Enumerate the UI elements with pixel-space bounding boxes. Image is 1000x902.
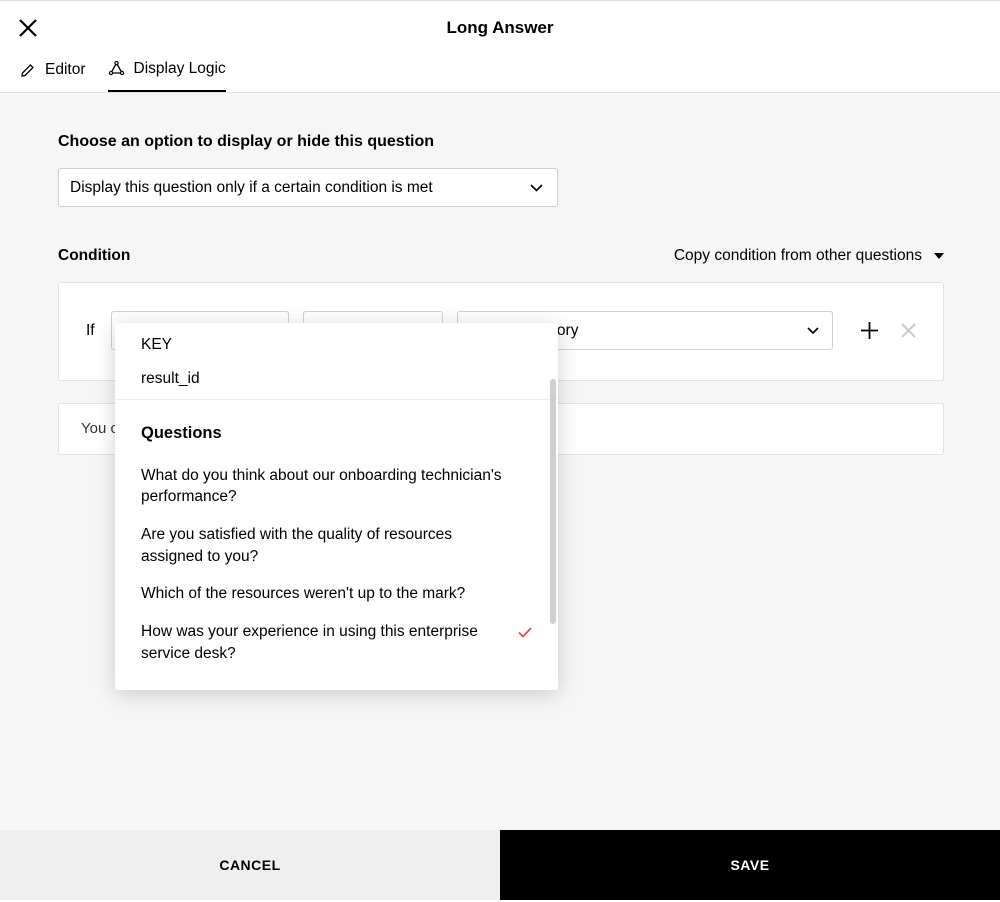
tab-editor-label: Editor	[45, 61, 86, 79]
cancel-button[interactable]: CANCEL	[0, 830, 500, 900]
dropdown-question-item[interactable]: What do you think about our onboarding t…	[115, 457, 558, 516]
chevron-down-icon	[807, 327, 819, 334]
question-dropdown: KEY result_id Questions What do you thin…	[115, 323, 558, 690]
save-button[interactable]: SAVE	[500, 830, 1000, 900]
scrollbar-thumb[interactable]	[550, 379, 556, 624]
condition-heading: Condition	[58, 247, 130, 265]
tab-display-logic-label: Display Logic	[134, 60, 226, 78]
remove-icon	[901, 323, 916, 338]
tab-display-logic[interactable]: Display Logic	[108, 55, 226, 92]
dropdown-question-item-selected[interactable]: How was your experience in using this en…	[115, 613, 558, 672]
remove-condition-button[interactable]	[901, 323, 916, 338]
checkmark-icon	[518, 623, 532, 645]
condition-header-row: Condition Copy condition from other ques…	[58, 247, 944, 265]
caret-down-icon	[934, 253, 944, 259]
logic-icon	[108, 61, 125, 77]
close-icon	[19, 19, 37, 37]
dropdown-question-label: What do you think about our onboarding t…	[141, 467, 502, 506]
dropdown-question-item[interactable]: Which of the resources weren't up to the…	[115, 575, 558, 613]
display-option-label: Choose an option to display or hide this…	[58, 133, 944, 151]
display-option-value: Display this question only if a certain …	[70, 179, 433, 197]
tab-editor[interactable]: Editor	[20, 55, 86, 92]
tab-bar: Editor Display Logic	[0, 55, 1000, 93]
dropdown-question-label: Are you satisfied with the quality of re…	[141, 526, 452, 565]
modal-header: Long Answer	[0, 0, 1000, 55]
chevron-down-icon	[530, 184, 543, 192]
if-label: If	[86, 322, 95, 340]
pencil-icon	[20, 62, 36, 78]
modal-title: Long Answer	[0, 18, 1000, 38]
plus-icon	[861, 322, 878, 339]
display-option-select[interactable]: Display this question only if a certain …	[58, 168, 558, 207]
dropdown-item-key[interactable]: KEY	[115, 337, 558, 358]
copy-condition-label: Copy condition from other questions	[674, 247, 922, 265]
dropdown-question-item[interactable]: Are you satisfied with the quality of re…	[115, 516, 558, 575]
dropdown-question-label: How was your experience in using this en…	[141, 623, 478, 662]
copy-condition-button[interactable]: Copy condition from other questions	[674, 247, 944, 265]
footer: CANCEL SAVE	[0, 830, 1000, 900]
dropdown-item-result-id[interactable]: result_id	[115, 358, 558, 393]
dropdown-divider	[115, 399, 558, 400]
secondary-panel-text: You c	[81, 420, 118, 437]
dropdown-group-heading: Questions	[115, 402, 558, 457]
add-condition-button[interactable]	[861, 322, 878, 339]
row-actions	[861, 322, 916, 339]
body-area: Choose an option to display or hide this…	[0, 93, 1000, 830]
close-button[interactable]	[19, 19, 37, 42]
dropdown-question-label: Which of the resources weren't up to the…	[141, 585, 465, 602]
